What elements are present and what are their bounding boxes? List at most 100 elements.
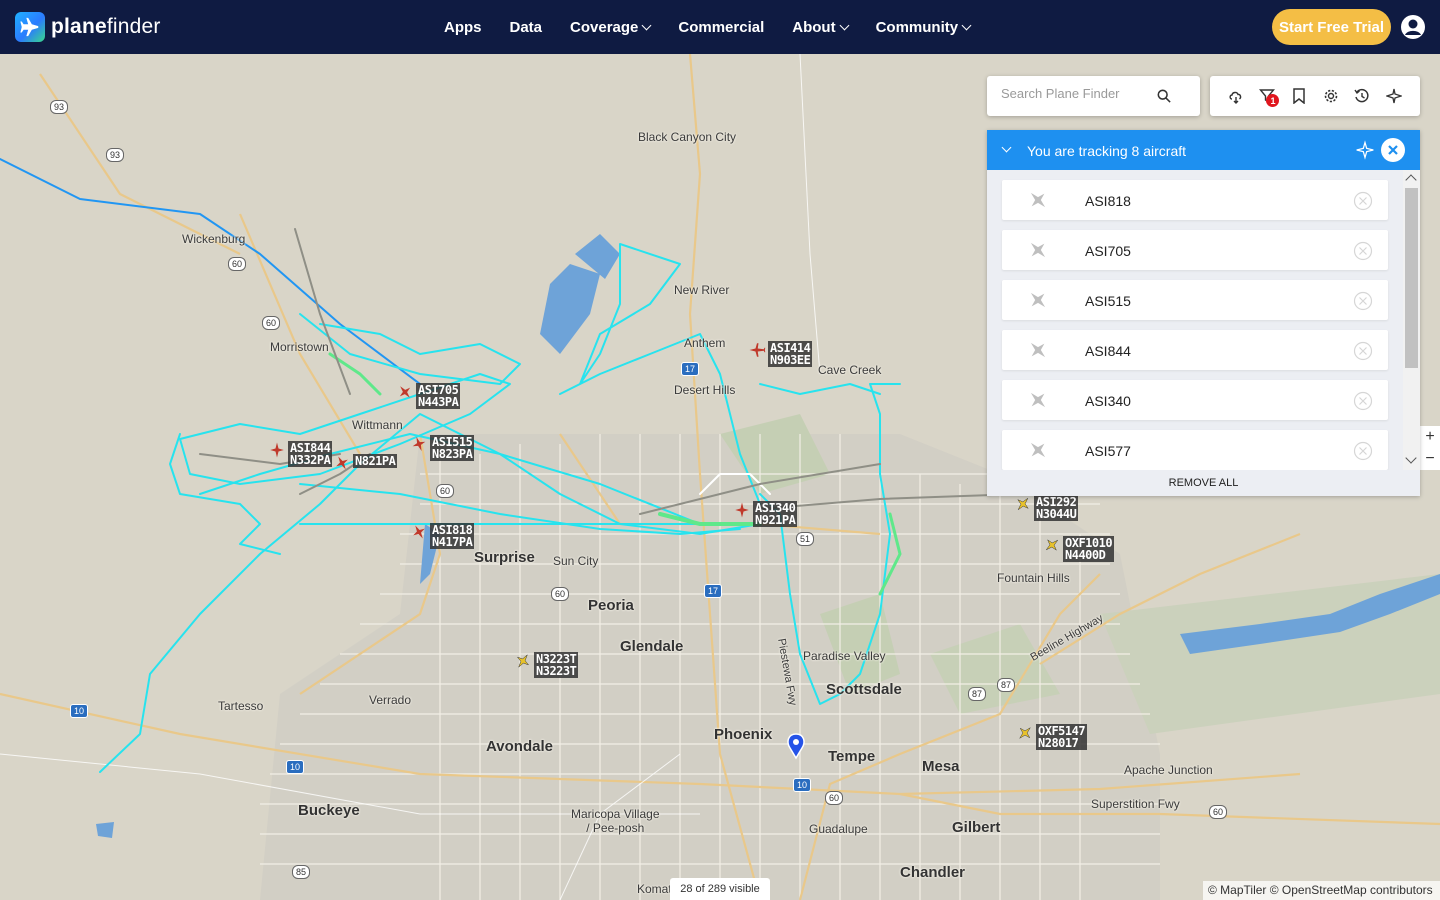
remove-icon[interactable] (1353, 391, 1373, 411)
place-label: Verrado (369, 693, 412, 707)
search-input[interactable] (1001, 86, 1161, 101)
remove-all-button[interactable]: REMOVE ALL (987, 470, 1420, 496)
scroll-up-arrow-icon[interactable] (1405, 174, 1417, 186)
place-label: Glendale (620, 638, 684, 655)
road-shield: 60 (262, 316, 281, 330)
airport-icon[interactable] (1384, 86, 1404, 106)
place-label: Avondale (486, 738, 553, 755)
nav-commercial[interactable]: Commercial (664, 19, 778, 36)
place-label: Cave Creek (818, 363, 882, 377)
aircraft-icon (1017, 498, 1029, 510)
road-shield: 51 (796, 532, 815, 546)
planefinder-logo[interactable]: planefinder (15, 12, 161, 42)
tracked-callsign: ASI515 (1085, 293, 1131, 309)
logo-icon (15, 12, 45, 42)
collapse-chevron-icon[interactable] (1001, 142, 1012, 153)
place-label: Buckeye (298, 802, 360, 819)
map-toolbar: 1 (1210, 76, 1420, 116)
road-shield: 17 (681, 362, 700, 376)
remove-icon[interactable] (1353, 241, 1373, 261)
place-label: Guadalupe (809, 822, 868, 836)
main-nav: Apps Data Coverage Commercial About Comm… (430, 0, 974, 54)
tracked-callsign: ASI818 (1085, 193, 1131, 209)
scroll-thumb[interactable] (1405, 188, 1418, 368)
aircraft-marker[interactable]: ASI705 N443PA (396, 383, 461, 409)
logo-wordmark: planefinder (51, 15, 161, 38)
aircraft-marker[interactable]: ASI292 N3044U (1014, 495, 1079, 521)
aircraft-marker[interactable]: N3223T N3223T (514, 652, 579, 678)
search-box (987, 76, 1200, 116)
search-icon[interactable] (1157, 89, 1171, 103)
start-free-trial-button[interactable]: Start Free Trial (1272, 9, 1391, 45)
nav-coverage[interactable]: Coverage (556, 19, 664, 36)
aircraft-icon (270, 442, 284, 458)
nav-data[interactable]: Data (496, 19, 557, 36)
remove-icon[interactable] (1353, 191, 1373, 211)
aircraft-icon (749, 343, 766, 357)
nav-community[interactable]: Community (862, 19, 975, 36)
nav-about[interactable]: About (778, 19, 861, 36)
bookmark-icon[interactable] (1289, 86, 1309, 106)
aircraft-marker[interactable]: ASI844 N332PA (268, 441, 333, 467)
aircraft-marker[interactable]: ASI818 N417PA (410, 523, 475, 549)
place-label: Komat (637, 882, 672, 896)
tracked-callsign: ASI577 (1085, 443, 1131, 459)
aircraft-marker[interactable]: N821PA (333, 454, 398, 472)
settings-icon[interactable] (1321, 86, 1341, 106)
road-shield: 93 (50, 100, 69, 114)
tracked-aircraft-item[interactable]: ASI844 (1002, 330, 1388, 370)
aircraft-marker[interactable]: OXF1010 N4400D (1043, 536, 1115, 562)
zoom-in-button[interactable]: + (1420, 426, 1440, 448)
tracked-aircraft-item[interactable]: ASI705 (1002, 230, 1388, 270)
road-shield: 17 (704, 584, 723, 598)
place-label: Morristown (270, 340, 329, 354)
tracking-panel: You are tracking 8 aircraft ASI818 ASI70… (987, 130, 1420, 496)
road-shield: 87 (997, 678, 1016, 692)
filter-icon[interactable]: 1 (1257, 86, 1280, 107)
chevron-down-icon (961, 20, 972, 30)
place-label: Tartesso (218, 699, 264, 713)
nav-apps[interactable]: Apps (430, 19, 496, 36)
close-tracking-button[interactable] (1381, 138, 1405, 162)
road-shield: 60 (228, 257, 247, 271)
close-icon (1388, 145, 1398, 155)
map-attribution[interactable]: © MapTiler © OpenStreetMap contributors (1203, 881, 1440, 900)
road-shield: 87 (968, 687, 987, 701)
place-label: Phoenix (714, 726, 773, 743)
tracked-callsign: ASI705 (1085, 243, 1131, 259)
scroll-down-arrow-icon[interactable] (1405, 452, 1417, 464)
tracked-aircraft-item[interactable]: ASI818 (1002, 180, 1388, 220)
aircraft-marker[interactable]: ASI414 N903EE (748, 341, 813, 367)
aircraft-icon (399, 386, 411, 398)
road-shield: 10 (286, 760, 305, 774)
aircraft-marker[interactable]: ASI340 N921PA (733, 501, 798, 527)
remove-icon[interactable] (1353, 441, 1373, 461)
tracked-aircraft-item[interactable]: ASI515 (1002, 280, 1388, 320)
place-label: Fountain Hills (997, 571, 1070, 585)
aircraft-marker[interactable]: ASI515 N823PA (410, 435, 475, 461)
user-account-icon[interactable] (1400, 14, 1426, 40)
playback-icon[interactable] (1352, 86, 1372, 106)
place-label: Chandler (900, 864, 966, 881)
remove-icon[interactable] (1353, 291, 1373, 311)
remove-icon[interactable] (1353, 341, 1373, 361)
place-label: Wickenburg (182, 232, 246, 246)
tracked-aircraft-item[interactable]: ASI340 (1002, 380, 1388, 420)
aircraft-marker[interactable]: OXF5147 N28017 (1016, 724, 1088, 750)
aircraft-icon (1030, 242, 1046, 258)
place-label: Maricopa Village / Pee-posh (571, 807, 660, 835)
tracking-title: You are tracking 8 aircraft (1027, 143, 1187, 159)
weather-icon[interactable] (1226, 86, 1246, 106)
place-label: Tempe (828, 748, 876, 765)
road-shield: 60 (551, 587, 570, 601)
plane-outline-icon[interactable] (1355, 140, 1375, 160)
place-label: Apache Junction (1124, 763, 1213, 777)
road-shield: 10 (70, 704, 89, 718)
zoom-out-button[interactable]: − (1420, 448, 1440, 470)
aircraft-icon (735, 502, 749, 518)
tracking-scrollbar[interactable] (1403, 170, 1420, 470)
tracked-aircraft-item[interactable]: ASI577 (1002, 430, 1388, 470)
place-label: Desert Hills (674, 383, 736, 397)
place-label: Mesa (922, 758, 960, 775)
road-shield: 60 (436, 484, 455, 498)
